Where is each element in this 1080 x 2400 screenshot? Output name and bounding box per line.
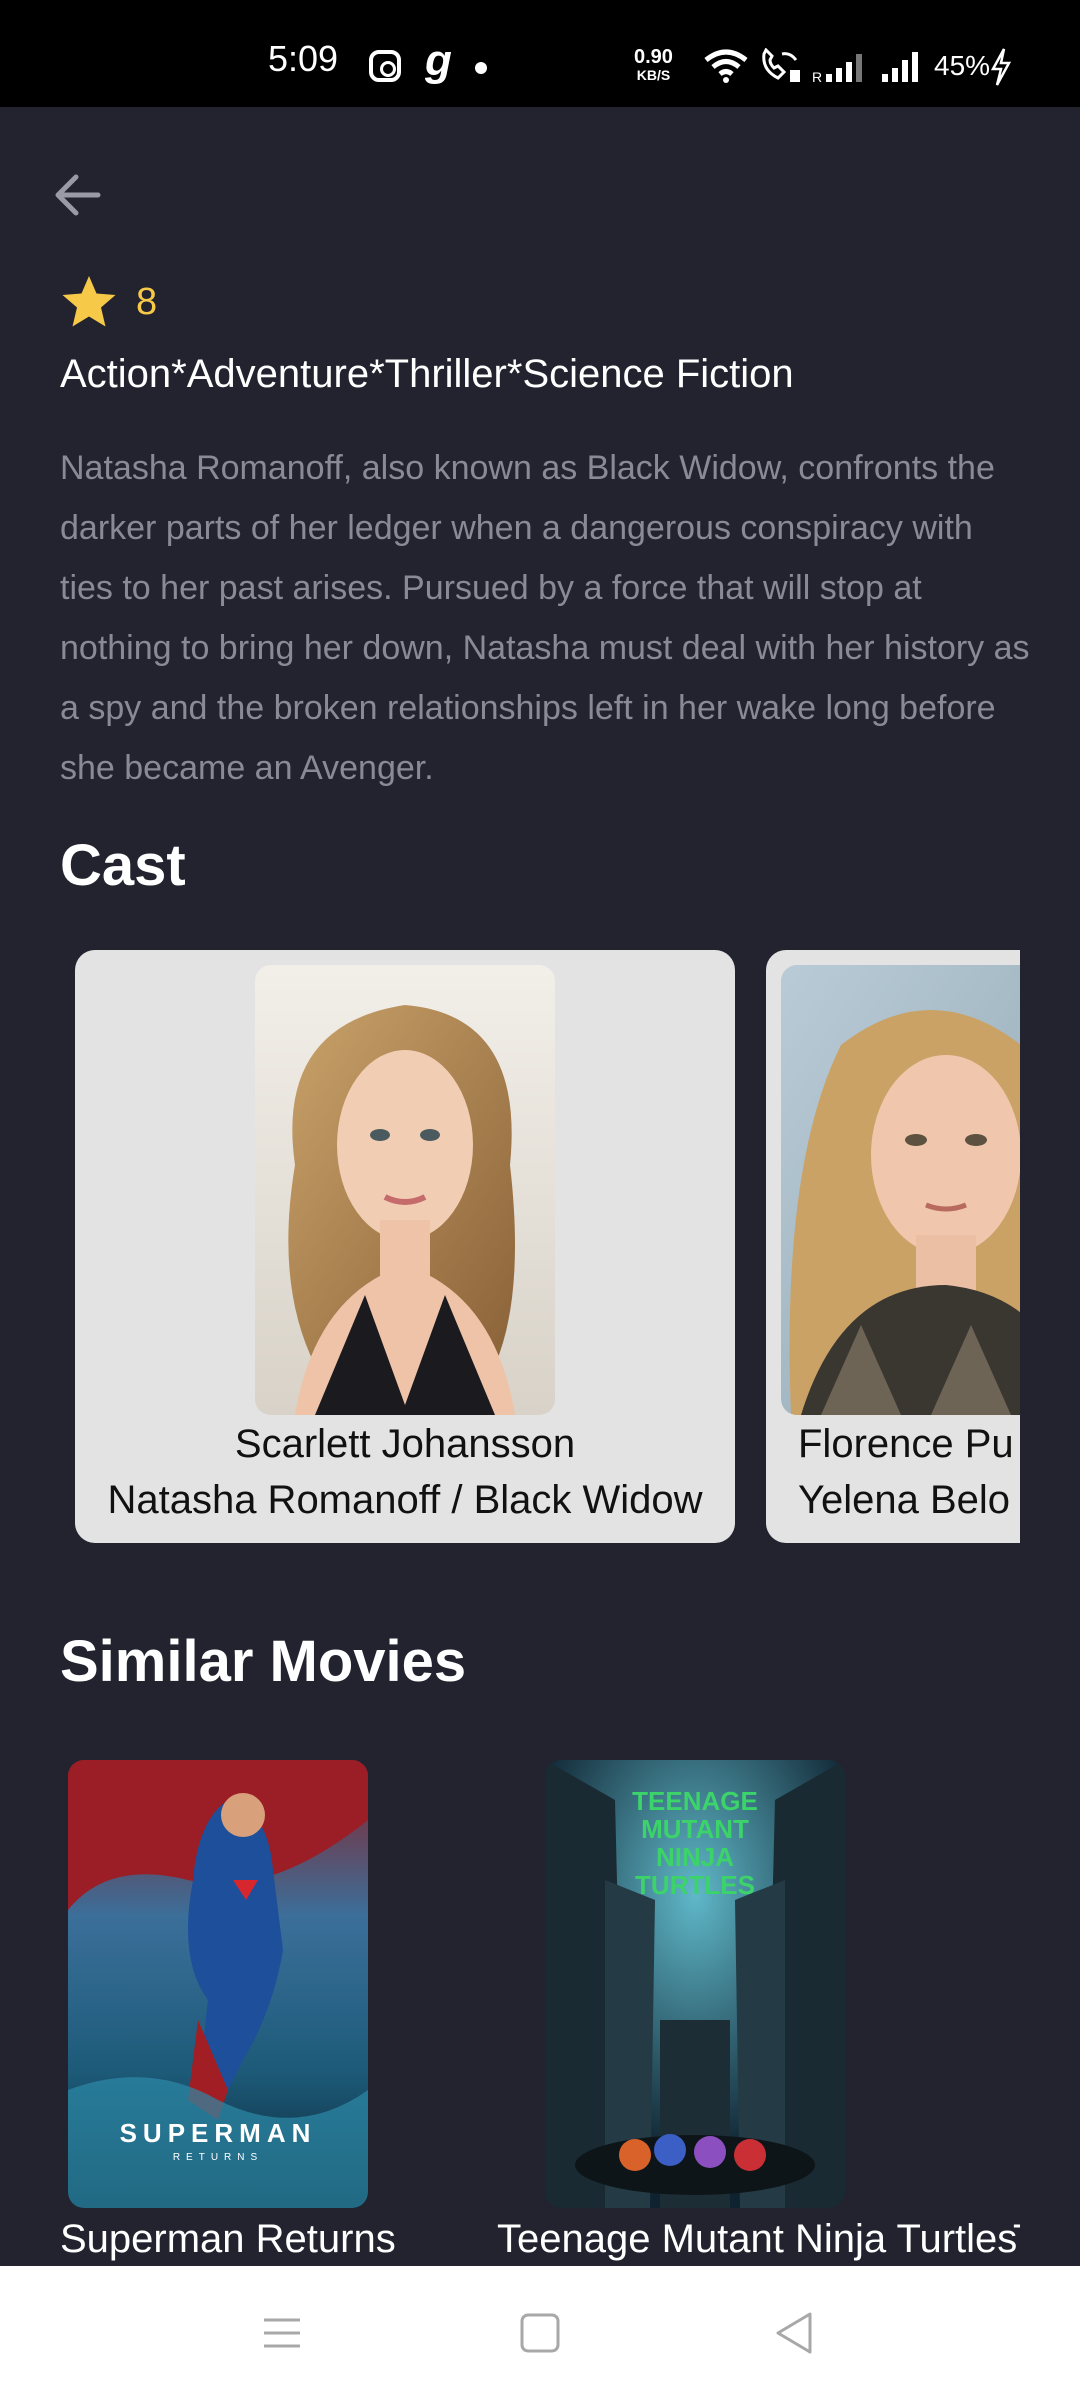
signal-roaming-icon: R: [812, 54, 862, 84]
rating-value: 8: [136, 280, 158, 323]
menu-icon[interactable]: [262, 2308, 302, 2358]
similar-movies-list[interactable]: SUPERMAN RETURNS Superman Returns TEENAG…: [60, 1760, 1020, 2270]
poster-title: SUPERMAN: [120, 2118, 317, 2148]
rating: 8: [60, 272, 157, 332]
cast-list[interactable]: Scarlett Johansson Natasha Romanoff / Bl…: [60, 950, 1020, 1545]
cast-name: Florence Pu: [798, 1422, 1014, 1466]
charging-bolt-icon: [990, 48, 1012, 86]
movie-title: Teenage Mutant Ninja Turtles: [497, 2217, 1018, 2261]
movie-title: Superman Returns: [60, 2217, 396, 2261]
similar-movies-title: Similar Movies: [60, 1629, 467, 1694]
network-speed-unit: KB/S: [636, 67, 671, 83]
svg-text:R: R: [812, 69, 822, 84]
poster-subtitle: RETURNS: [173, 2152, 263, 2163]
status-bar: 5:09 g 0.90 KB/S R 45%: [0, 0, 1080, 107]
cast-name: Scarlett Johansson: [234, 1422, 576, 1466]
cast-card[interactable]: Scarlett Johansson Natasha Romanoff / Bl…: [75, 950, 735, 1543]
signal-icon: [882, 52, 918, 82]
network-speed: 0.90 KB/S: [634, 46, 673, 84]
movie-poster[interactable]: SUPERMAN RETURNS: [68, 1760, 368, 2208]
home-square-icon[interactable]: [518, 2308, 562, 2358]
svg-text:NINJA: NINJA: [656, 1842, 734, 1872]
cast-card[interactable]: Florence Pu Yelena Belo: [766, 950, 1020, 1543]
system-nav-bar: [0, 2266, 1080, 2400]
wifi-calling-icon: [762, 48, 800, 82]
cast-character: Yelena Belo: [798, 1478, 1011, 1522]
poster-title: TEENAGE: [632, 1786, 758, 1816]
battery-level: 45%: [934, 50, 991, 81]
notification-dot-icon: [475, 62, 487, 74]
movie-title: T: [1013, 2217, 1020, 2262]
instagram-icon: [369, 50, 401, 82]
g-app-icon: g: [425, 36, 452, 85]
cast-character: Natasha Romanoff / Black Widow: [107, 1478, 703, 1522]
movie-poster[interactable]: TEENAGE MUTANT NINJA TURTLES: [545, 1760, 845, 2208]
network-speed-value: 0.90: [634, 46, 673, 68]
back-triangle-icon[interactable]: [772, 2308, 816, 2358]
cast-photo: [781, 965, 1020, 1415]
back-arrow-icon[interactable]: [48, 165, 108, 225]
star-icon: [62, 276, 116, 327]
cast-photo: [255, 965, 555, 1415]
status-time: 5:09: [268, 38, 339, 79]
overview: Natasha Romanoff, also known as Black Wi…: [60, 449, 1030, 787]
svg-text:MUTANT: MUTANT: [641, 1814, 749, 1844]
cast-title: Cast: [60, 833, 186, 898]
svg-text:TURTLES: TURTLES: [635, 1870, 755, 1900]
genres: Action*Adventure*Thriller*Science Fictio…: [60, 352, 794, 396]
wifi-icon: [704, 49, 748, 83]
